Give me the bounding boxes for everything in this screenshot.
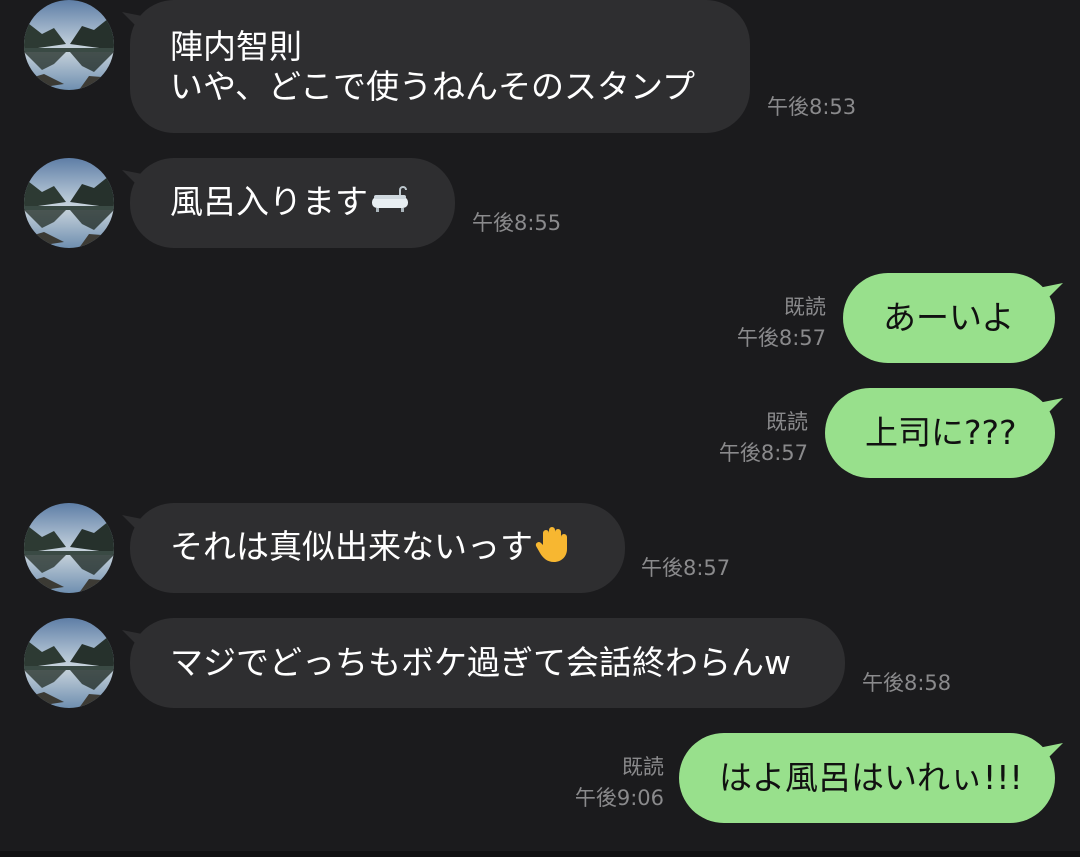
contact-avatar[interactable]: [24, 618, 114, 708]
message-text: あーいよ: [883, 298, 1015, 337]
message-time: 午後9:06: [574, 786, 664, 810]
chat-thread[interactable]: 陣内智則 いや、どこで使うねんそのスタンプ 午後8:53 風呂入ります 午後8:…: [0, 0, 1080, 857]
landscape-avatar-icon: [24, 0, 114, 90]
raised-hand-icon: [535, 525, 569, 572]
outgoing-message-bubble[interactable]: はよ風呂はいれぃ!!!: [679, 733, 1055, 823]
contact-avatar[interactable]: [24, 0, 114, 90]
incoming-message-bubble[interactable]: 陣内智則 いや、どこで使うねんそのスタンプ: [130, 0, 750, 133]
message-time: 午後8:57: [718, 441, 808, 465]
landscape-avatar-icon: [24, 618, 114, 708]
message-text: いや、どこで使うねんそのスタンプ: [170, 66, 696, 106]
message-text: それは真似出来ないっす: [170, 526, 533, 566]
message-text: はよ風呂はいれぃ!!!: [719, 758, 1023, 797]
message-time: 午後8:57: [641, 556, 731, 580]
bottom-edge: [0, 851, 1080, 857]
message-time: 午後8:55: [472, 211, 562, 235]
read-receipt: 既読: [784, 295, 826, 319]
outgoing-message-bubble[interactable]: あーいよ: [843, 273, 1055, 363]
contact-avatar[interactable]: [24, 503, 114, 593]
message-time: 午後8:58: [862, 671, 952, 695]
contact-avatar[interactable]: [24, 158, 114, 248]
read-receipt: 既読: [766, 410, 808, 434]
message-text: マジでどっちもボケ過ぎて会話終わらんw: [170, 643, 791, 682]
incoming-message-bubble[interactable]: 風呂入ります: [130, 158, 455, 248]
read-receipt: 既読: [622, 755, 664, 779]
outgoing-message-bubble[interactable]: 上司に???: [825, 388, 1055, 478]
landscape-avatar-icon: [24, 503, 114, 593]
incoming-message-bubble[interactable]: マジでどっちもボケ過ぎて会話終わらんw: [130, 618, 845, 708]
message-time: 午後8:57: [736, 326, 826, 350]
landscape-avatar-icon: [24, 158, 114, 248]
sender-name: 陣内智則: [170, 26, 302, 66]
incoming-message-bubble[interactable]: それは真似出来ないっす: [130, 503, 625, 593]
bathtub-icon: [370, 184, 410, 224]
message-text: 上司に???: [865, 413, 1017, 452]
message-text: 風呂入ります: [170, 182, 368, 222]
message-time: 午後8:53: [767, 95, 857, 119]
